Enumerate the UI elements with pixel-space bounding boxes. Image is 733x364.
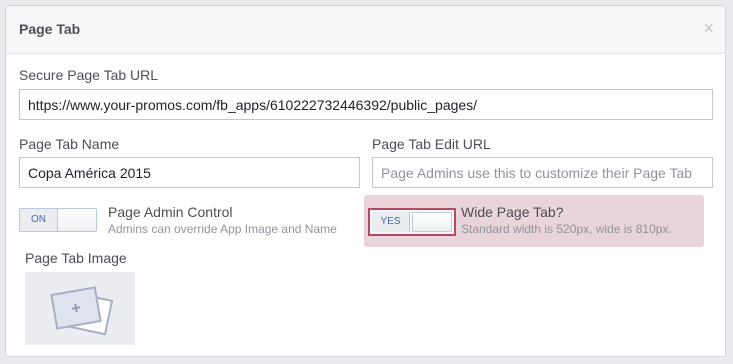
- edit-url-label: Page Tab Edit URL: [372, 136, 491, 152]
- tab-name-input[interactable]: [19, 157, 360, 188]
- tab-name-label: Page Tab Name: [19, 136, 120, 152]
- toggle-knob: [58, 209, 96, 231]
- panel-title: Page Tab: [19, 21, 81, 37]
- secure-url-label: Secure Page Tab URL: [19, 67, 159, 83]
- close-icon[interactable]: ×: [703, 18, 714, 38]
- tab-image-upload[interactable]: [25, 272, 135, 345]
- page-tab-panel: Page Tab × Secure Page Tab URL Page Tab …: [5, 5, 726, 357]
- secure-url-input[interactable]: [19, 89, 713, 120]
- tab-image-label: Page Tab Image: [25, 250, 127, 266]
- admin-control-toggle[interactable]: ON: [19, 208, 97, 232]
- panel-header: Page Tab ×: [6, 6, 725, 54]
- wide-tab-title: Wide Page Tab?: [461, 204, 564, 220]
- admin-control-title: Page Admin Control: [108, 204, 233, 220]
- wide-tab-subtitle: Standard width is 520px, wide is 810px.: [461, 222, 672, 236]
- toggle-knob: [412, 212, 452, 232]
- admin-control-toggle-state: ON: [20, 209, 58, 231]
- wide-tab-toggle-state: YES: [372, 212, 410, 232]
- wide-tab-toggle[interactable]: YES: [368, 208, 456, 236]
- add-photo-icon: [50, 286, 114, 336]
- admin-control-subtitle: Admins can override App Image and Name: [108, 222, 337, 236]
- edit-url-input[interactable]: [372, 157, 713, 188]
